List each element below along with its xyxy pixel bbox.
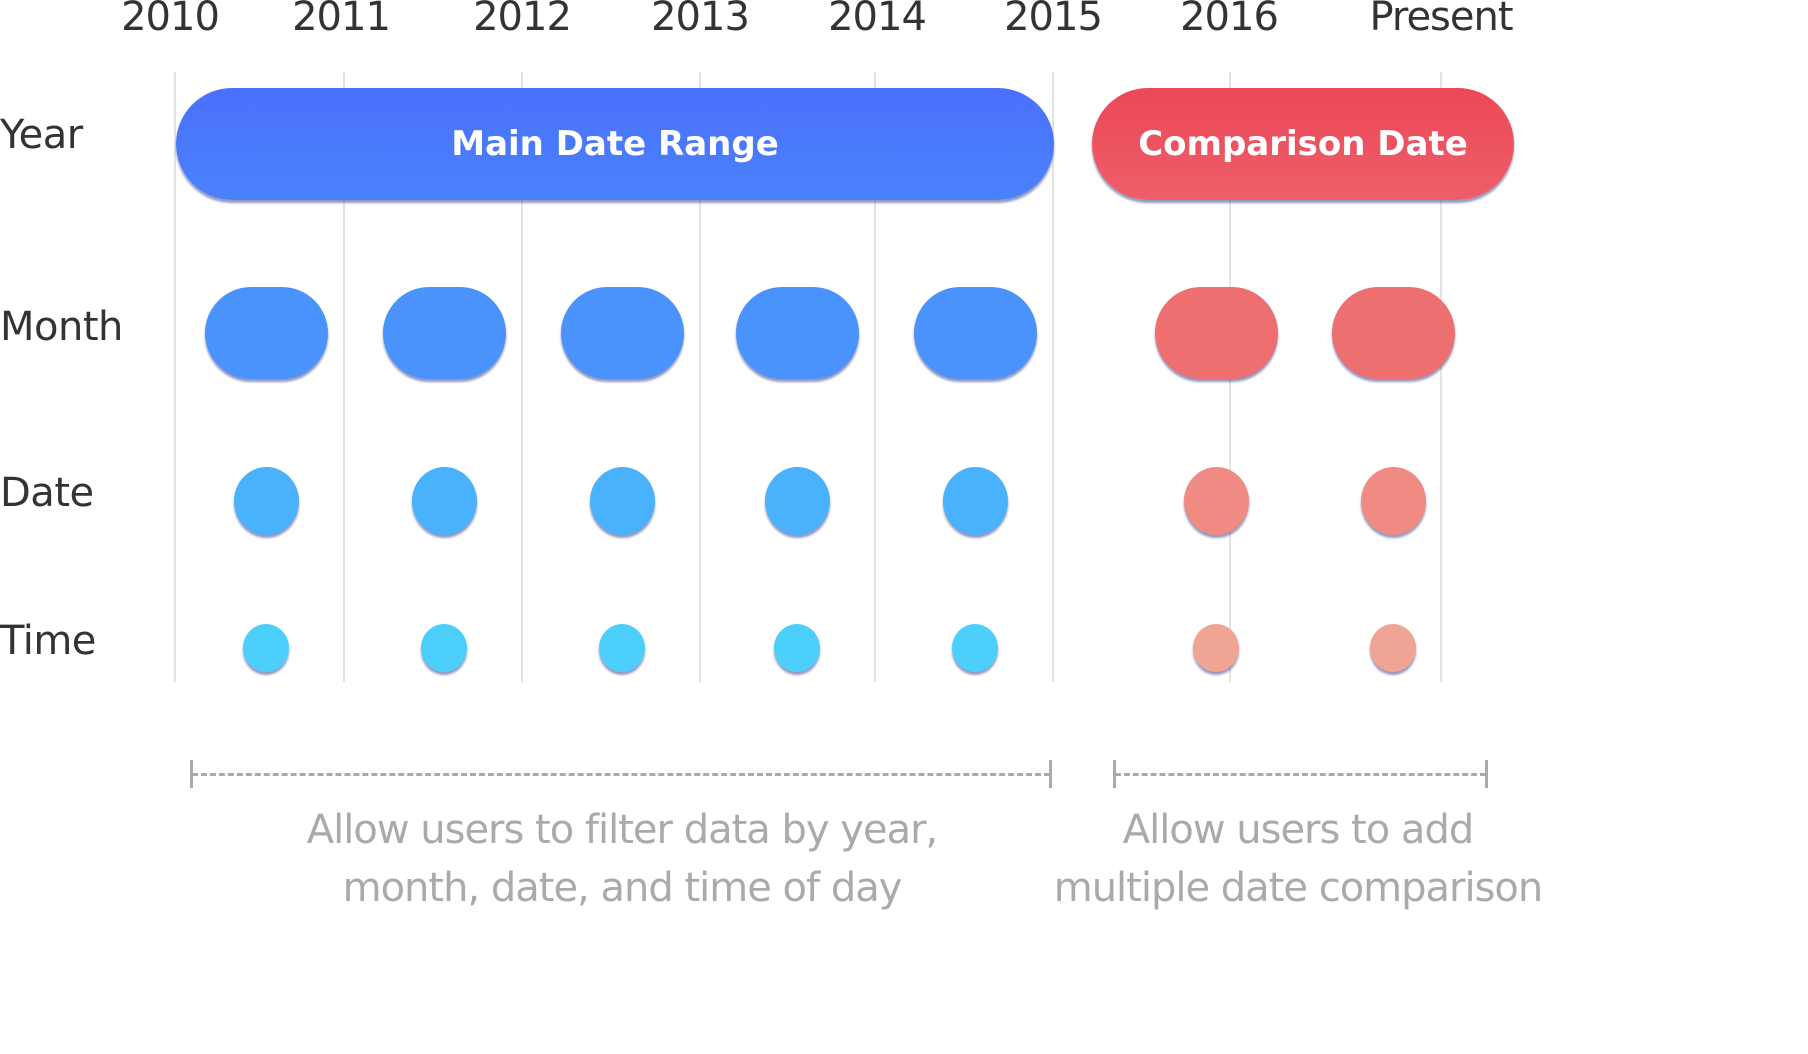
comparison-time-marker[interactable] xyxy=(1193,624,1239,672)
comparison-date-bar[interactable]: Comparison Date xyxy=(1092,88,1514,200)
main-range-time-marker[interactable] xyxy=(774,624,820,672)
main-range-date-marker[interactable] xyxy=(943,467,1008,535)
main-range-caption-line2: month, date, and time of day xyxy=(342,865,903,911)
year-label-2016: 2016 xyxy=(1180,0,1279,40)
year-label-2011: 2011 xyxy=(292,0,391,40)
comparison-month-marker[interactable] xyxy=(1332,287,1455,379)
comparison-date-marker[interactable] xyxy=(1184,467,1249,535)
year-label-2013: 2013 xyxy=(651,0,750,40)
main-range-date-marker[interactable] xyxy=(412,467,477,535)
year-label-2010: 2010 xyxy=(121,0,220,40)
bracket-cap xyxy=(1049,760,1052,788)
year-label-2015: 2015 xyxy=(1004,0,1103,40)
comparison-bracket xyxy=(1113,760,1488,788)
row-label-month: Month xyxy=(0,304,123,350)
main-range-caption: Allow users to filter data by year, mont… xyxy=(306,801,938,917)
main-range-bracket xyxy=(190,760,1052,788)
row-label-year: Year xyxy=(0,112,83,158)
row-label-time: Time xyxy=(0,618,96,664)
main-range-month-marker[interactable] xyxy=(561,287,684,379)
comparison-date-marker[interactable] xyxy=(1361,467,1426,535)
main-range-time-marker[interactable] xyxy=(952,624,998,672)
main-range-month-marker[interactable] xyxy=(205,287,328,379)
year-label-2012: 2012 xyxy=(473,0,572,40)
main-range-caption-line1: Allow users to filter data by year, xyxy=(306,807,938,853)
main-range-date-marker[interactable] xyxy=(590,467,655,535)
main-range-time-marker[interactable] xyxy=(421,624,467,672)
main-range-month-marker[interactable] xyxy=(383,287,506,379)
main-range-month-marker[interactable] xyxy=(736,287,859,379)
main-range-date-marker[interactable] xyxy=(765,467,830,535)
year-label-present: Present xyxy=(1369,0,1513,40)
comparison-month-marker[interactable] xyxy=(1155,287,1278,379)
main-range-time-marker[interactable] xyxy=(599,624,645,672)
grid-line xyxy=(174,72,176,682)
comparison-time-marker[interactable] xyxy=(1370,624,1416,672)
main-range-date-marker[interactable] xyxy=(234,467,299,535)
main-range-time-marker[interactable] xyxy=(243,624,289,672)
grid-line xyxy=(1052,72,1054,682)
year-label-2014: 2014 xyxy=(828,0,927,40)
main-range-month-marker[interactable] xyxy=(914,287,1037,379)
bracket-dashed-line xyxy=(192,773,1050,776)
row-label-date: Date xyxy=(0,470,94,516)
main-date-range-bar[interactable]: Main Date Range xyxy=(176,88,1054,200)
comparison-date-label: Comparison Date xyxy=(1138,124,1468,164)
bracket-cap xyxy=(1485,760,1488,788)
comparison-caption-line1: Allow users to add xyxy=(1122,807,1474,853)
main-date-range-label: Main Date Range xyxy=(451,124,779,164)
comparison-caption-line2: multiple date comparison xyxy=(1053,865,1544,911)
bracket-dashed-line xyxy=(1115,773,1486,776)
comparison-caption: Allow users to add multiple date compari… xyxy=(1053,801,1544,917)
